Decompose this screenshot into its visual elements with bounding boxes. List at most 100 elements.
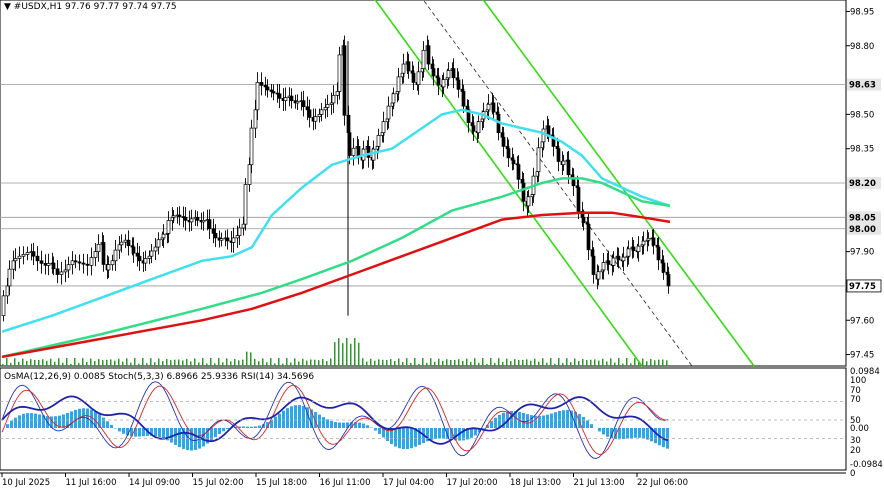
candle-body[interactable] [542, 129, 545, 142]
candle-body[interactable] [647, 238, 650, 240]
candle-body[interactable] [47, 264, 50, 266]
candle-body[interactable] [412, 73, 415, 82]
candle-body[interactable] [547, 126, 550, 135]
candle-body[interactable] [562, 161, 565, 165]
candle-body[interactable] [627, 249, 630, 256]
candle-body[interactable] [314, 117, 317, 122]
candle-body[interactable] [248, 165, 251, 185]
candle-body[interactable] [308, 110, 311, 118]
candle-body[interactable] [442, 80, 445, 87]
candle-body[interactable] [662, 263, 665, 272]
candle-body[interactable] [22, 254, 25, 256]
candle-body[interactable] [367, 146, 370, 157]
candle-body[interactable] [517, 165, 520, 180]
candle-body[interactable] [150, 251, 153, 256]
collapse-arrow-icon[interactable]: ▼ [4, 2, 11, 12]
candle-body[interactable] [397, 77, 400, 92]
candle-body[interactable] [82, 263, 85, 264]
candle-body[interactable] [124, 240, 127, 242]
candle-body[interactable] [336, 92, 339, 96]
candle-body[interactable] [338, 55, 341, 92]
candle-body[interactable] [52, 263, 55, 269]
candle-body[interactable] [244, 185, 247, 225]
candle-body[interactable] [157, 240, 160, 247]
candle-body[interactable] [184, 217, 187, 220]
candle-body[interactable] [266, 87, 269, 90]
candle-body[interactable] [256, 82, 259, 109]
candle-body[interactable] [382, 122, 385, 133]
candle-body[interactable] [457, 80, 460, 89]
candle-body[interactable] [138, 256, 141, 261]
candle-body[interactable] [107, 265, 110, 270]
candle-body[interactable] [260, 82, 263, 85]
candle-body[interactable] [607, 261, 610, 265]
candle-body[interactable] [667, 275, 670, 286]
candle-body[interactable] [60, 272, 63, 275]
candle-body[interactable] [597, 272, 600, 279]
candle-body[interactable] [212, 229, 215, 234]
moving-average-fast[interactable] [2, 110, 670, 332]
candle-body[interactable] [512, 160, 515, 164]
candle-body[interactable] [637, 246, 640, 251]
candle-body[interactable] [172, 216, 175, 218]
chart-canvas[interactable]: 98.9598.8098.5098.3597.9097.6097.4598.63… [0, 0, 884, 487]
candle-body[interactable] [214, 233, 217, 238]
candle-body[interactable] [94, 252, 97, 258]
candle-body[interactable] [250, 128, 253, 165]
candle-body[interactable] [392, 94, 395, 103]
trading-chart[interactable]: 98.9598.8098.5098.3597.9097.6097.4598.63… [0, 0, 884, 487]
candle-body[interactable] [86, 264, 89, 265]
candle-body[interactable] [56, 269, 59, 275]
candle-body[interactable] [127, 240, 130, 245]
candle-body[interactable] [178, 215, 181, 217]
candle-body[interactable] [432, 69, 435, 76]
candle-body[interactable] [492, 103, 495, 112]
candle-body[interactable] [577, 188, 580, 212]
candle-body[interactable] [622, 257, 625, 261]
candle-body[interactable] [102, 242, 105, 264]
candle-body[interactable] [232, 238, 235, 243]
candle-body[interactable] [254, 110, 257, 128]
candle-body[interactable] [652, 238, 655, 245]
candle-body[interactable] [90, 258, 93, 266]
candle-body[interactable] [242, 224, 245, 228]
candle-body[interactable] [602, 263, 605, 270]
candle-body[interactable] [154, 247, 157, 251]
candle-body[interactable] [8, 269, 11, 286]
candle-body[interactable] [642, 241, 645, 245]
candle-body[interactable] [120, 242, 123, 245]
candle-body[interactable] [587, 224, 590, 250]
candle-body[interactable] [162, 234, 165, 238]
candle-body[interactable] [74, 261, 77, 262]
candle-body[interactable] [78, 262, 81, 263]
candle-body[interactable] [507, 149, 510, 158]
candle-body[interactable] [407, 62, 410, 71]
candle-body[interactable] [196, 217, 199, 220]
candle-body[interactable] [220, 239, 223, 241]
candle-body[interactable] [272, 92, 275, 94]
candle-body[interactable] [278, 94, 281, 99]
candle-body[interactable] [377, 135, 380, 146]
candle-body[interactable] [437, 78, 440, 85]
candle-body[interactable] [582, 217, 585, 222]
candle-body[interactable] [2, 296, 5, 316]
candle-body[interactable] [352, 148, 355, 155]
candle-body[interactable] [167, 221, 170, 234]
candle-body[interactable] [402, 64, 405, 73]
candle-body[interactable] [427, 46, 430, 64]
candle-body[interactable] [472, 126, 475, 131]
candle-body[interactable] [290, 96, 293, 101]
candle-body[interactable] [71, 261, 74, 265]
candle-body[interactable] [14, 258, 17, 260]
candle-body[interactable] [202, 220, 205, 222]
candle-body[interactable] [208, 220, 211, 229]
candle-body[interactable] [114, 250, 117, 261]
candle-body[interactable] [18, 256, 21, 258]
candle-body[interactable] [12, 261, 15, 269]
candle-body[interactable] [632, 247, 635, 251]
candle-body[interactable] [657, 247, 660, 260]
candle-body[interactable] [190, 219, 193, 222]
candle-body[interactable] [136, 253, 139, 256]
candle-body[interactable] [238, 228, 241, 236]
candle-body[interactable] [40, 261, 43, 264]
